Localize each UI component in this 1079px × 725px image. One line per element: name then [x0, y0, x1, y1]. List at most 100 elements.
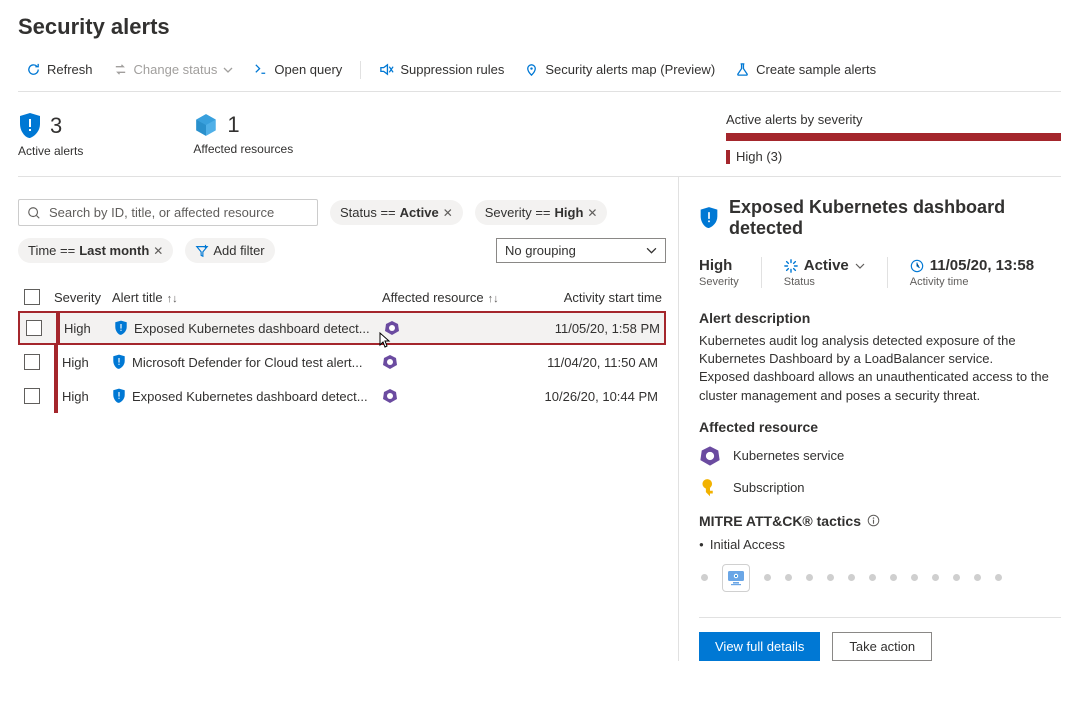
row-checkbox[interactable] [24, 354, 40, 370]
chevron-down-icon [223, 65, 233, 75]
col-time[interactable]: Activity start time [512, 290, 662, 305]
table-row[interactable]: High Exposed Kubernetes dashboard detect… [18, 311, 666, 345]
filter-severity-prefix: Severity == [485, 205, 551, 220]
detail-status[interactable]: Active Status [784, 257, 888, 288]
shield-icon [699, 206, 719, 230]
spinner-icon [784, 259, 798, 273]
monitor-icon [722, 564, 750, 592]
affected-count: 1 [227, 112, 239, 138]
detail-panel: Exposed Kubernetes dashboard detected Hi… [679, 177, 1061, 661]
col-resource[interactable]: Affected resource↑↓ [382, 290, 512, 305]
row-checkbox[interactable] [24, 388, 40, 404]
row-severity: High [54, 389, 112, 404]
detail-severity-label: Severity [699, 276, 739, 288]
row-time: 11/05/20, 1:58 PM [514, 321, 664, 336]
row-title: Microsoft Defender for Cloud test alert.… [132, 355, 362, 370]
tactic-label: Initial Access [710, 537, 785, 552]
tactic-item: ● Initial Access [699, 537, 1061, 552]
clock-icon [910, 259, 924, 273]
table-row[interactable]: High Microsoft Defender for Cloud test a… [18, 345, 666, 379]
add-filter-label: Add filter [213, 243, 264, 258]
resource-subscription[interactable]: Subscription [699, 477, 1061, 499]
table-row[interactable]: High Exposed Kubernetes dashboard detect… [18, 379, 666, 413]
severity-swatch [726, 150, 730, 164]
sort-icon: ↑↓ [167, 293, 178, 305]
chevron-down-icon[interactable] [855, 261, 865, 271]
search-icon [27, 206, 41, 220]
severity-bar [726, 133, 1061, 141]
search-box[interactable] [18, 199, 318, 226]
resource-label: Subscription [733, 480, 805, 495]
filter-time-value: Last month [79, 243, 149, 258]
severity-bar [54, 379, 58, 413]
mitre-heading: MITRE ATT&CK® tactics [699, 513, 1061, 529]
description-text: Kubernetes audit log analysis detected e… [699, 332, 1061, 405]
key-icon [699, 477, 721, 499]
affected-label: Affected resources [193, 142, 293, 156]
select-all-checkbox[interactable] [24, 289, 40, 305]
change-status-label: Change status [134, 62, 218, 77]
close-icon[interactable]: ✕ [153, 244, 163, 258]
suppression-rules-button[interactable]: Suppression rules [371, 58, 512, 81]
grouping-dropdown[interactable]: No grouping [496, 238, 666, 263]
close-icon[interactable]: ✕ [587, 206, 597, 220]
row-title: Exposed Kubernetes dashboard detect... [132, 389, 368, 404]
row-checkbox[interactable] [26, 320, 42, 336]
page-title: Security alerts [18, 14, 1061, 40]
sample-alerts-label: Create sample alerts [756, 62, 876, 77]
change-status-button: Change status [105, 58, 242, 81]
table-header: Severity Alert title↑↓ Affected resource… [18, 283, 666, 311]
refresh-button[interactable]: Refresh [18, 58, 101, 81]
row-severity: High [54, 355, 112, 370]
detail-title: Exposed Kubernetes dashboard detected [729, 197, 1061, 239]
shield-icon [112, 354, 126, 370]
row-title: Exposed Kubernetes dashboard detect... [134, 321, 370, 336]
row-time: 11/04/20, 11:50 AM [512, 355, 662, 370]
filter-status[interactable]: Status == Active ✕ [330, 200, 463, 225]
alerts-map-label: Security alerts map (Preview) [545, 62, 715, 77]
swap-icon [113, 62, 128, 77]
sort-icon: ↑↓ [488, 293, 499, 305]
open-query-label: Open query [274, 62, 342, 77]
alerts-map-button[interactable]: Security alerts map (Preview) [516, 58, 723, 81]
filter-status-value: Active [400, 205, 439, 220]
severity-panel: Active alerts by severity High (3) [726, 112, 1061, 164]
kubernetes-icon [699, 445, 721, 467]
severity-title: Active alerts by severity [726, 112, 1061, 127]
filter-time[interactable]: Time == Last month ✕ [18, 238, 173, 263]
col-severity[interactable]: Severity [54, 290, 112, 305]
close-icon[interactable]: ✕ [443, 206, 453, 220]
kubernetes-icon [382, 354, 398, 370]
filter-time-prefix: Time == [28, 243, 75, 258]
mute-icon [379, 62, 394, 77]
active-count: 3 [50, 113, 62, 139]
search-input[interactable] [47, 204, 309, 221]
filter-severity-value: High [555, 205, 584, 220]
suppression-label: Suppression rules [400, 62, 504, 77]
refresh-icon [26, 62, 41, 77]
resource-label: Kubernetes service [733, 448, 844, 463]
resource-kubernetes[interactable]: Kubernetes service [699, 445, 1061, 467]
severity-legend-text: High (3) [736, 149, 782, 164]
chevron-down-icon [646, 245, 657, 256]
detail-time-label: Activity time [910, 276, 1034, 288]
kubernetes-icon [382, 388, 398, 404]
detail-time: 11/05/20, 13:58 Activity time [910, 257, 1034, 288]
toolbar: Refresh Change status Open query Suppres… [18, 58, 1061, 92]
col-title[interactable]: Alert title↑↓ [112, 290, 382, 305]
filter-status-prefix: Status == [340, 205, 396, 220]
info-icon[interactable] [867, 514, 880, 527]
sample-alerts-button[interactable]: Create sample alerts [727, 58, 884, 81]
shield-icon [114, 320, 128, 336]
take-action-button[interactable]: Take action [832, 632, 932, 661]
view-full-details-button[interactable]: View full details [699, 632, 820, 661]
shield-icon [18, 112, 42, 140]
map-pin-icon [524, 62, 539, 77]
open-query-button[interactable]: Open query [245, 58, 350, 81]
add-filter-button[interactable]: Add filter [185, 238, 274, 263]
detail-time-value: 11/05/20, 13:58 [930, 257, 1034, 274]
cube-icon [193, 112, 219, 138]
query-icon [253, 62, 268, 77]
detail-severity-value: High [699, 257, 739, 274]
filter-severity[interactable]: Severity == High ✕ [475, 200, 608, 225]
